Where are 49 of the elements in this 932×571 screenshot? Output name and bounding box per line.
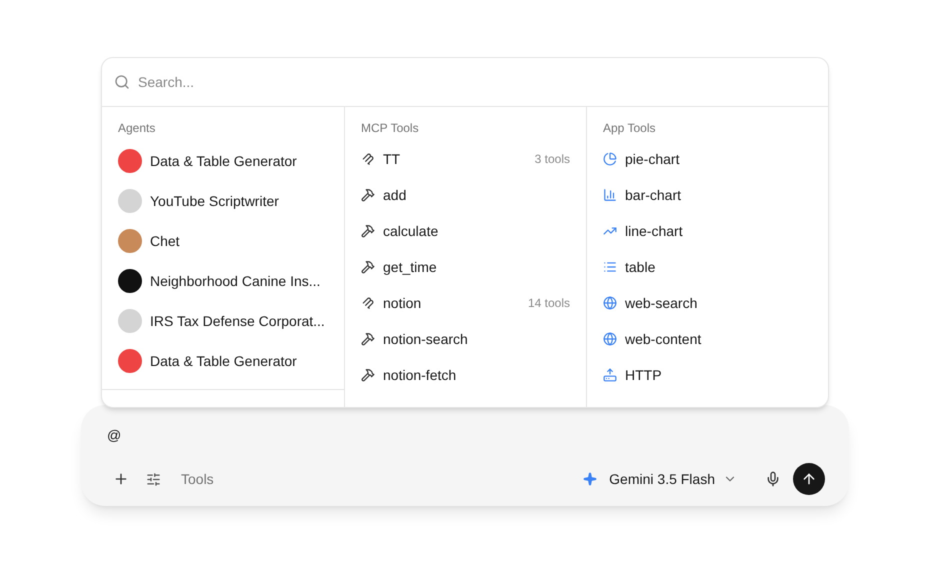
menu-item[interactable]: Neighborhood Canine Ins... <box>102 261 344 301</box>
message-input[interactable]: @ <box>107 425 823 445</box>
column-heading: MCP Tools <box>360 120 420 137</box>
menu-item[interactable]: IRS Tax Defense Corporat... <box>102 301 344 341</box>
menu-item[interactable]: bar-chart <box>587 177 828 213</box>
model-selector[interactable]: Gemini 3.5 Flash <box>583 468 737 490</box>
send-button[interactable] <box>793 463 825 495</box>
globe-icon <box>603 296 617 310</box>
menu-item[interactable]: table <box>587 249 828 285</box>
pie-chart-icon <box>603 152 617 166</box>
menu-item[interactable]: notion-search <box>345 321 586 357</box>
menu-item[interactable]: line-chart <box>587 213 828 249</box>
menu-item[interactable]: notion 14 tools <box>345 285 586 321</box>
hammer-icon <box>361 368 375 382</box>
menu-item[interactable]: HTTP <box>587 357 828 393</box>
menu-item[interactable]: Data & Table Generator <box>102 141 344 181</box>
search-field[interactable]: Search... <box>138 72 816 92</box>
arrow-up-icon <box>801 471 817 487</box>
list-icon <box>603 260 617 274</box>
menu-item[interactable]: calculate <box>345 213 586 249</box>
menu-item[interactable]: TT 3 tools <box>345 141 586 177</box>
menu-item[interactable]: Data & Table Generator <box>102 341 344 381</box>
hammer-icon <box>361 224 375 238</box>
menu-item[interactable]: web-content <box>587 321 828 357</box>
upload-icon <box>603 368 617 382</box>
menu-item[interactable]: Chet <box>102 221 344 261</box>
plus-icon <box>113 471 129 487</box>
menu-item[interactable]: notion-fetch <box>345 357 586 393</box>
menu-item[interactable]: web-search <box>587 285 828 321</box>
server-icon <box>361 152 375 166</box>
server-icon <box>361 296 375 310</box>
bar-chart-icon <box>603 188 617 202</box>
column-heading: Agents <box>117 120 156 137</box>
globe-icon <box>603 332 617 346</box>
menu-item[interactable]: get_time <box>345 249 586 285</box>
sliders-icon <box>146 472 160 486</box>
column-heading: App Tools <box>602 120 656 137</box>
tool-count: 3 tools <box>534 151 570 168</box>
hammer-icon <box>361 260 375 274</box>
sparkle-icon <box>583 472 598 486</box>
tool-count: 14 tools <box>528 295 570 312</box>
microphone-icon <box>765 471 781 487</box>
hammer-icon <box>361 188 375 202</box>
menu-item[interactable]: YouTube Scriptwriter <box>102 181 344 221</box>
search-icon <box>114 74 130 90</box>
menu-item[interactable]: pie-chart <box>587 141 828 177</box>
tools-button[interactable]: Tools <box>181 468 214 490</box>
hammer-icon <box>361 332 375 346</box>
menu-item[interactable]: add <box>345 177 586 213</box>
